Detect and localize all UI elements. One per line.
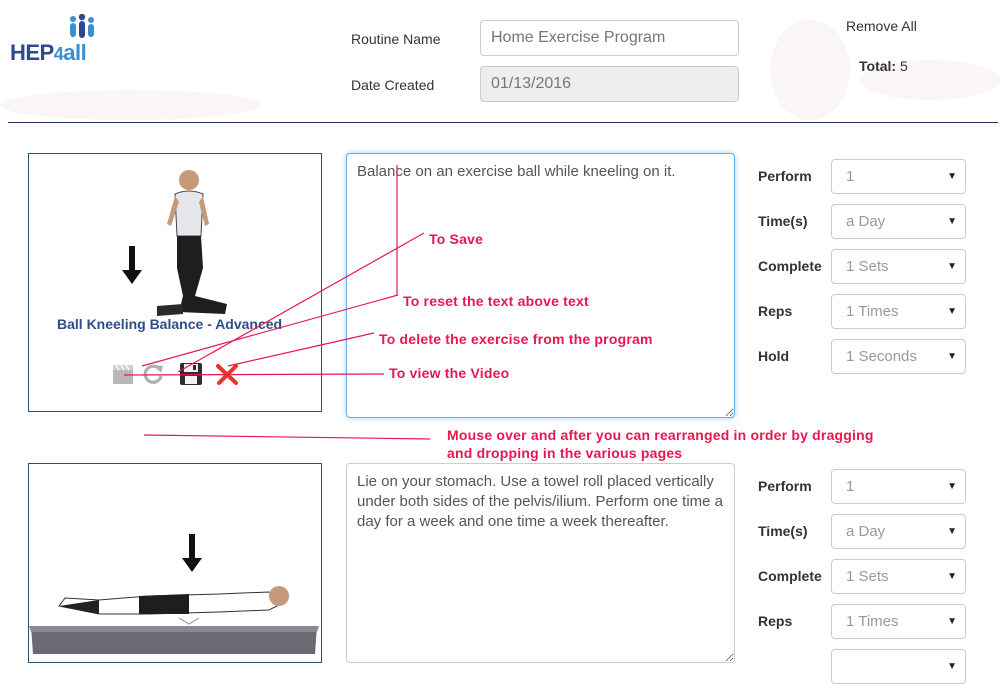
annotation-drag-line2: and dropping in the various pages — [447, 445, 683, 461]
exercise-card-2-image-box[interactable] — [28, 463, 322, 663]
perform-select[interactable]: 1 ▼ — [831, 469, 966, 504]
people-logo-icon — [70, 14, 94, 38]
chevron-down-icon: ▼ — [947, 261, 957, 272]
exercise-card-1-image-box[interactable]: Ball Kneeling Balance - Advanced — [28, 153, 322, 412]
times-select[interactable]: a Day ▼ — [831, 204, 966, 239]
logo-text: HEP4all — [10, 40, 87, 65]
hold-value: 1 Seconds — [846, 348, 917, 365]
save-icon[interactable] — [179, 362, 203, 386]
complete-label: Complete — [758, 258, 822, 274]
chevron-down-icon: ▼ — [947, 661, 957, 672]
total-label: Total: — [859, 58, 897, 74]
chevron-down-icon: ▼ — [947, 526, 957, 537]
header-divider — [8, 122, 998, 123]
hold-label: Hold — [758, 348, 790, 364]
reps-select[interactable]: 1 Times ▼ — [831, 294, 966, 329]
remove-all-button[interactable]: Remove All — [846, 18, 917, 34]
reps-label: Reps — [758, 303, 793, 319]
times-value: a Day — [846, 213, 886, 230]
reset-icon[interactable] — [141, 362, 165, 386]
complete-select[interactable]: 1 Sets ▼ — [831, 559, 966, 594]
chevron-down-icon: ▼ — [947, 351, 957, 362]
delete-icon[interactable] — [215, 362, 239, 386]
reps-select[interactable]: 1 Times ▼ — [831, 604, 966, 639]
chevron-down-icon: ▼ — [947, 216, 957, 227]
annotation-delete: To delete the exercise from the program — [379, 331, 653, 347]
chevron-down-icon: ▼ — [947, 571, 957, 582]
date-created-field — [480, 66, 739, 102]
video-clapper-icon[interactable] — [111, 362, 135, 386]
total-value: 5 — [899, 58, 908, 74]
times-select[interactable]: a Day ▼ — [831, 514, 966, 549]
routine-name-input[interactable] — [480, 20, 739, 56]
chevron-down-icon: ▼ — [947, 171, 957, 182]
routine-name-label: Routine Name — [351, 31, 441, 47]
reps-value: 1 Times — [846, 303, 899, 320]
kneeling-figure-image — [157, 170, 227, 316]
hold-select[interactable]: ▼ — [831, 649, 966, 684]
chevron-down-icon: ▼ — [947, 481, 957, 492]
perform-label: Perform — [758, 168, 812, 184]
complete-value: 1 Sets — [846, 258, 889, 275]
chevron-down-icon: ▼ — [947, 616, 957, 627]
exercise-description-input[interactable]: Lie on your stomach. Use a towel roll pl… — [346, 463, 735, 663]
perform-value: 1 — [846, 168, 855, 185]
date-created-label: Date Created — [351, 77, 435, 93]
times-label: Time(s) — [758, 213, 808, 229]
complete-select[interactable]: 1 Sets ▼ — [831, 249, 966, 284]
chevron-down-icon: ▼ — [947, 306, 957, 317]
complete-label: Complete — [758, 568, 822, 584]
background-decoration — [0, 90, 260, 120]
background-decoration — [770, 20, 850, 120]
times-value: a Day — [846, 523, 886, 540]
reps-label: Reps — [758, 613, 793, 629]
hold-select[interactable]: 1 Seconds ▼ — [831, 339, 966, 374]
exercise-title: Ball Kneeling Balance - Advanced — [57, 316, 283, 332]
annotation-video: To view the Video — [389, 365, 510, 381]
perform-label: Perform — [758, 478, 812, 494]
times-label: Time(s) — [758, 523, 808, 539]
arrow-down-icon — [122, 246, 142, 284]
reps-value: 1 Times — [846, 613, 899, 630]
perform-select[interactable]: 1 ▼ — [831, 159, 966, 194]
annotation-drag-line1: Mouse over and after you can rearranged … — [447, 427, 874, 443]
arrow-down-icon — [182, 534, 202, 572]
annotation-reset: To reset the text above text — [403, 293, 589, 309]
complete-value: 1 Sets — [846, 568, 889, 585]
annotation-save: To Save — [429, 231, 484, 247]
prone-figure-image — [29, 586, 319, 654]
perform-value: 1 — [846, 478, 855, 495]
total-count: Total: 5 — [859, 58, 908, 74]
hep4all-logo[interactable]: HEP4all — [10, 14, 110, 70]
